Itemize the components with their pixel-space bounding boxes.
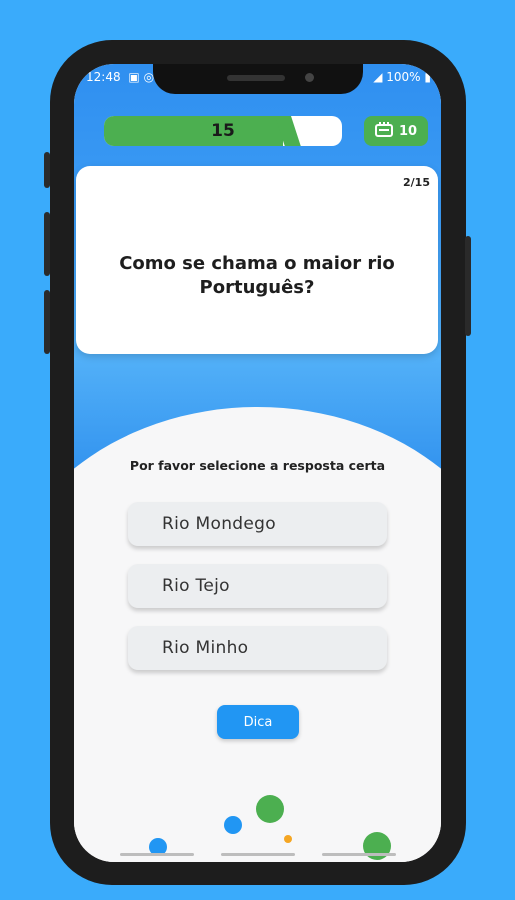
decorative-dot — [256, 795, 284, 823]
phone-side-button — [465, 236, 471, 336]
answer-option-3[interactable]: Rio Minho — [128, 626, 387, 670]
score-value: 15 — [211, 121, 235, 141]
nav-bar-segment — [120, 853, 194, 856]
phone-side-button — [44, 212, 50, 276]
answer-option-2[interactable]: Rio Tejo — [128, 564, 387, 608]
credits-value: 10 — [398, 123, 418, 139]
hint-button[interactable]: Dica — [217, 705, 299, 739]
phone-side-button — [44, 290, 50, 354]
question-text: Como se chama o maior rio Português? — [119, 253, 395, 298]
decorative-dot — [224, 816, 242, 834]
nav-bar-segment — [322, 853, 396, 856]
image-icon: ▣ — [128, 70, 140, 84]
ticket-icon — [374, 121, 393, 141]
nav-bar-segment — [221, 853, 295, 856]
status-time: 12:48 — [86, 70, 121, 84]
signal-icon: ◢ — [373, 70, 383, 84]
speaker — [227, 75, 285, 81]
answer-prompt: Por favor selecione a resposta certa — [129, 458, 386, 473]
question-counter: 2/15 — [403, 176, 430, 189]
question-card: 2/15 Como se chama o maior rio Português… — [76, 166, 438, 354]
status-bar-left: 12:48 ▣ ◎ — [86, 70, 154, 84]
phone-notch — [153, 64, 363, 94]
decorative-dot — [284, 835, 292, 843]
battery-icon: ▮ — [424, 70, 431, 84]
battery-level: 100% — [386, 70, 421, 84]
app-screen: 12:48 ▣ ◎ ◢ 100% ▮ 15 10 2/15 Como se ch… — [74, 64, 441, 862]
phone-side-button — [44, 152, 50, 188]
front-camera — [305, 73, 314, 82]
answer-option-1[interactable]: Rio Mondego — [128, 502, 387, 546]
status-bar-right: ◢ 100% ▮ — [373, 70, 431, 84]
score-progress-bar: 15 — [104, 116, 342, 146]
hint-credits-button[interactable]: 10 — [364, 116, 428, 146]
